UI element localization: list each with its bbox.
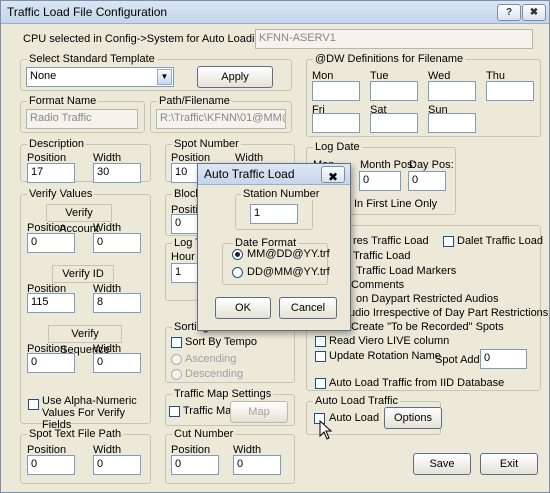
dialog-title: Auto Traffic Load [204, 167, 295, 181]
options-button[interactable]: Options [384, 407, 442, 429]
format-field: Radio Traffic [26, 109, 138, 129]
auto-load-label: Auto Load [329, 412, 380, 424]
traffic-map-checkbox[interactable] [169, 406, 180, 417]
date-format-radio-mmddyy[interactable] [232, 249, 243, 260]
verify-sequence-width-input[interactable]: 0 [93, 353, 141, 373]
dialog-close-button[interactable]: ✖ [321, 166, 345, 184]
cutnumber-title: Cut Number [172, 428, 236, 440]
cutnumber-position-input[interactable]: 0 [171, 455, 219, 475]
close-icon: ✖ [328, 170, 339, 184]
descending-radio[interactable] [171, 369, 182, 380]
title-bar: Traffic Load File Configuration ? ✖ [1, 1, 549, 24]
spot-add-label: Spot Add [435, 354, 480, 366]
alnum-verify-label: Use Alpha-Numeric Values For Verify Fiel… [42, 395, 137, 431]
verify-sequence-position-input[interactable]: 0 [27, 353, 75, 373]
option-label-7: Read Viero LIVE column [329, 335, 450, 347]
logtime-hour-input[interactable]: 1 [171, 263, 199, 283]
date-format-radio-ddmmyy[interactable] [232, 267, 243, 278]
dw-title: @DW Definitions for Filename [313, 53, 466, 65]
month-pos-input[interactable]: 0 [359, 171, 401, 191]
option-label-2: Traffic Load Markers [356, 265, 457, 277]
descending-label: Descending [185, 368, 244, 380]
date-format-label-ddmmyy: DD@MM@YY.trf [247, 266, 330, 278]
station-number-input[interactable]: 1 [250, 204, 298, 224]
template-title: Select Standard Template [27, 53, 157, 65]
read-viero-checkbox[interactable] [315, 336, 326, 347]
dw-fri-input[interactable] [312, 113, 360, 133]
cutnumber-width-input[interactable]: 0 [233, 455, 281, 475]
first-line-label: In First Line Only [354, 198, 438, 210]
block-position-input[interactable]: 0 [171, 214, 199, 234]
dw-wed-input[interactable] [428, 81, 476, 101]
option-label-0: res Traffic Load [353, 235, 429, 247]
verify-sequence-title: Verify Sequence [48, 325, 122, 356]
close-button[interactable]: ✖ [522, 4, 546, 21]
mouse-pointer-icon [319, 420, 333, 440]
verify-id-title: Verify ID [52, 265, 114, 283]
chevron-down-icon: ▼ [157, 69, 172, 85]
description-position-input[interactable]: 17 [27, 163, 75, 183]
dw-sat-input[interactable] [370, 113, 418, 133]
map-button[interactable]: Map [230, 401, 288, 423]
auto-traffic-load-dialog: Auto Traffic Load ✖ Station Number 1 Dat… [197, 163, 351, 331]
spot-add-input[interactable]: 0 [480, 349, 527, 369]
month-pos-label: Month Pos: [360, 159, 416, 171]
dalet-checkbox[interactable] [443, 236, 454, 247]
option-label-1: Traffic Load [353, 250, 411, 262]
sort-tempo-checkbox[interactable] [171, 337, 182, 348]
window-title: Traffic Load File Configuration [7, 5, 168, 19]
dialog-cancel-button[interactable]: Cancel [279, 297, 337, 319]
dw-sun-input[interactable] [428, 113, 476, 133]
spottext-position-input[interactable]: 0 [27, 455, 75, 475]
sort-tempo-label: Sort By Tempo [185, 336, 257, 348]
save-button[interactable]: Save [413, 453, 471, 475]
spottext-title: Spot Text File Path [27, 428, 124, 440]
spot-title: Spot Number [172, 138, 241, 150]
template-select[interactable]: None ▼ [26, 67, 174, 87]
help-icon: ? [505, 7, 513, 18]
option-label-4: on Daypart Restricted Audios [356, 293, 499, 305]
day-pos-label: Day Pos: [409, 159, 454, 171]
option-label-5: udio Irrespective of Day Part Restrictio… [349, 307, 549, 319]
dw-mon-input[interactable] [312, 81, 360, 101]
path-title: Path/Filename [157, 95, 232, 107]
station-label: Station Number [241, 188, 322, 200]
ascending-label: Ascending [185, 353, 237, 365]
option-label-6: Create "To be Recorded" Spots [351, 321, 504, 333]
logdate-title: Log Date [313, 141, 362, 153]
description-title: Description [27, 138, 87, 150]
option-label-8: Update Rotation Name [329, 350, 441, 362]
exit-button[interactable]: Exit [480, 453, 538, 475]
dialog-ok-button[interactable]: OK [215, 297, 271, 319]
spottext-width-input[interactable]: 0 [93, 455, 141, 475]
close-icon: ✖ [529, 7, 539, 18]
dialog-title-bar: Auto Traffic Load ✖ [198, 164, 350, 185]
ascending-radio[interactable] [171, 354, 182, 365]
trafficmap-title: Traffic Map Settings [172, 388, 274, 400]
path-field: R:\Traffic\KFNN\01@MM@DD@ [156, 109, 286, 129]
apply-button[interactable]: Apply [197, 66, 273, 88]
cpu-field: KFNN-ASERV1 [255, 29, 533, 49]
verify-account-position-input[interactable]: 0 [27, 233, 75, 253]
template-value: None [30, 70, 57, 82]
option-label-9: Auto Load Traffic from IID Database [329, 377, 505, 389]
alnum-verify-checkbox[interactable] [28, 399, 39, 410]
day-pos-input[interactable]: 0 [408, 171, 446, 191]
verify-account-width-input[interactable]: 0 [93, 233, 141, 253]
date-format-label-mmddyy: MM@DD@YY.trf [247, 248, 330, 260]
update-rotation-checkbox[interactable] [315, 351, 326, 362]
option-label-3: Comments [351, 279, 405, 291]
verify-id-position-input[interactable]: 115 [27, 293, 75, 313]
dalet-label: Dalet Traffic Load [457, 235, 544, 247]
auto-load-iid-checkbox[interactable] [315, 378, 326, 389]
verify-account-title: Verify Account [46, 204, 112, 235]
verify-id-width-input[interactable]: 8 [93, 293, 141, 313]
verify-title: Verify Values [27, 188, 95, 200]
autoload-title: Auto Load Traffic [313, 395, 400, 407]
description-width-input[interactable]: 30 [93, 163, 141, 183]
dw-tue-input[interactable] [370, 81, 418, 101]
help-button[interactable]: ? [497, 4, 521, 21]
format-title: Format Name [27, 95, 99, 107]
dw-thu-input[interactable] [486, 81, 534, 101]
